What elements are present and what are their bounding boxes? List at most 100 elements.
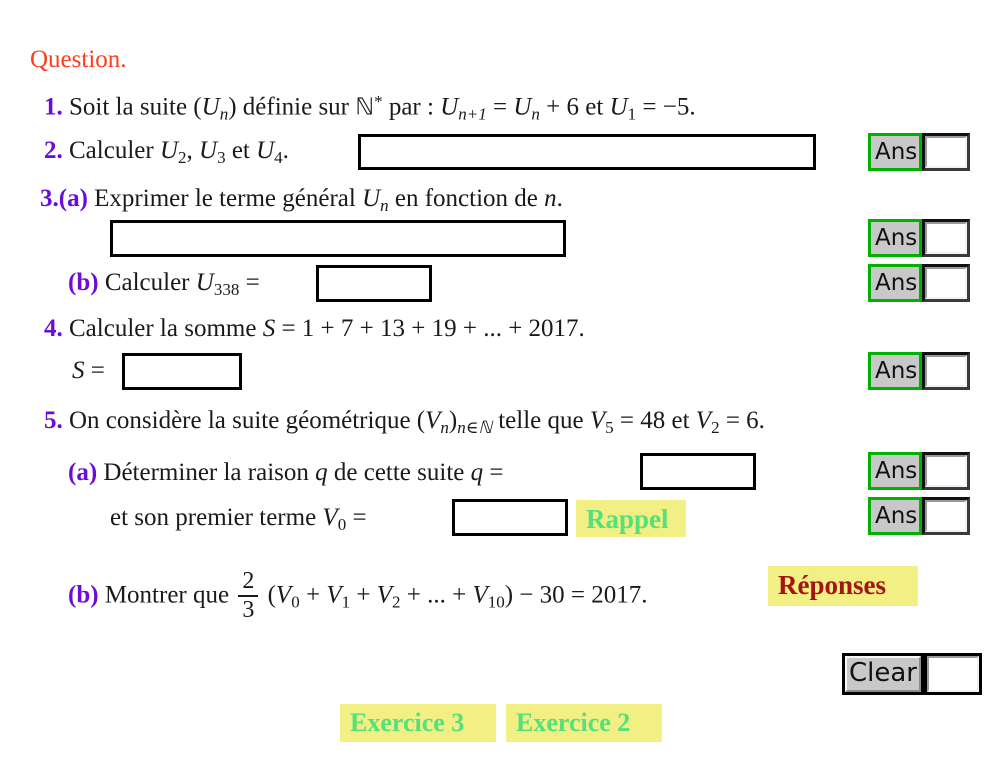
- symbol-s: S: [262, 315, 276, 342]
- symbol-u338-sub: 338: [213, 279, 240, 299]
- symbol-u338: U: [195, 269, 214, 296]
- question-3b: (b) Calculer U338 =: [68, 270, 260, 298]
- question-5-text-a: On considère la suite géométrique (: [69, 407, 426, 434]
- answer-input-q3a[interactable]: [110, 220, 566, 257]
- symbol-v5-sub: 5: [605, 417, 614, 437]
- question-1-text-c: par :: [382, 93, 441, 121]
- sum-v1-sub: 1: [341, 592, 351, 612]
- recurrence-u-left: U: [440, 93, 459, 121]
- symbol-u-sub: n: [219, 104, 229, 124]
- ans-field-q3b[interactable]: [922, 264, 970, 302]
- sum-v1: V: [326, 581, 342, 609]
- question-5a-text-b: de cette suite: [327, 459, 471, 486]
- question-3a: 3.(a) Exprimer le terme général Un en fo…: [40, 186, 563, 214]
- ans-button-q3b[interactable]: Ans: [868, 264, 922, 302]
- question-5: 5. On considère la suite géométrique (Vn…: [44, 408, 765, 436]
- answer-input-q4[interactable]: [122, 353, 242, 390]
- symbol-u3-sub: 3: [217, 147, 226, 167]
- symbol-u2: U: [159, 137, 178, 164]
- plus-1: +: [299, 581, 327, 609]
- recurrence-u-right: U: [513, 93, 532, 121]
- period-1: .: [282, 137, 289, 164]
- question-1-plus-six: + 6 et: [539, 93, 610, 121]
- answer-input-q5a-v0[interactable]: [452, 499, 568, 536]
- initial-u-sub: 1: [627, 104, 637, 124]
- symbol-v-sub: n: [440, 417, 449, 437]
- question-4-text-a: Calculer la somme: [69, 315, 263, 342]
- question-3a-text-a: Exprimer le terme général: [94, 185, 363, 212]
- ans-field-q5a-v0[interactable]: [922, 497, 970, 535]
- question-5a-line2-text: et son premier terme: [110, 504, 323, 531]
- symbol-v0-sub: 0: [337, 514, 347, 534]
- question-5-number: 5.: [44, 407, 63, 434]
- question-2: 2. Calculer U2, U3 et U4.: [44, 138, 289, 166]
- question-3a-number: 3.(a): [40, 185, 88, 212]
- question-5b-tail: ) − 30 = 2017.: [504, 581, 648, 609]
- question-1-text-a: Soit la suite (: [69, 93, 202, 121]
- page-title: Question.: [30, 46, 127, 73]
- ans-group-q5a-v0[interactable]: Ans: [868, 497, 970, 535]
- exercice-3-link[interactable]: Exercice 3: [340, 704, 496, 742]
- clear-field[interactable]: [924, 653, 982, 695]
- symbol-s-answer: S: [72, 357, 85, 384]
- symbol-n-in-n: n∈ℕ: [457, 417, 492, 437]
- equals-1: =: [486, 93, 514, 121]
- symbol-v2: V: [695, 407, 712, 434]
- question-5a-line2: et son premier terme V0 =: [110, 505, 367, 533]
- sum-v0-sub: 0: [291, 592, 300, 612]
- ans-group-q2[interactable]: Ans: [868, 133, 970, 171]
- conj-et-1: et: [225, 137, 257, 164]
- plus-2: +: [350, 581, 377, 609]
- ans-group-q3b[interactable]: Ans: [868, 264, 970, 302]
- question-1-number: 1.: [44, 93, 63, 121]
- equals-2: =: [239, 269, 260, 296]
- ans-button-q2[interactable]: Ans: [868, 133, 922, 171]
- ans-field-q3a[interactable]: [922, 219, 970, 257]
- ans-group-q5a-raison[interactable]: Ans: [868, 452, 970, 490]
- worksheet-page: Question. 1. Soit la suite (Un) définie …: [0, 0, 1000, 760]
- symbol-u4: U: [256, 137, 275, 164]
- question-4-s-label: S =: [72, 358, 105, 383]
- question-1: 1. Soit la suite (Un) définie sur ℕ* par…: [44, 93, 696, 122]
- exercice-2-link[interactable]: Exercice 2: [506, 704, 662, 742]
- symbol-q: q: [315, 459, 328, 486]
- symbol-v5: V: [589, 407, 606, 434]
- symbol-q-answer: q: [470, 459, 484, 486]
- equals-4: =: [483, 459, 504, 486]
- question-5b: (b) Montrer que 23 (V0 + V1 + V2 + ... +…: [68, 568, 648, 624]
- question-3b-number: (b): [68, 269, 99, 296]
- initial-u: U: [609, 93, 628, 121]
- fraction-numerator: 2: [242, 568, 255, 594]
- sum-v2: V: [376, 581, 392, 609]
- symbol-v2-sub: 2: [711, 417, 720, 437]
- ans-field-q5a-raison[interactable]: [922, 452, 970, 490]
- question-5a-text-a: Déterminer la raison: [103, 459, 316, 486]
- question-5-text-c: telle que: [491, 407, 590, 434]
- rappel-link[interactable]: Rappel: [576, 500, 686, 537]
- ans-button-q3a[interactable]: Ans: [868, 219, 922, 257]
- clear-group[interactable]: Clear: [842, 653, 982, 695]
- period-2: .: [556, 185, 563, 212]
- plus-3: + ... +: [400, 581, 473, 609]
- ans-button-q4[interactable]: Ans: [868, 352, 922, 390]
- ans-group-q3a[interactable]: Ans: [868, 219, 970, 257]
- symbol-v: V: [425, 407, 441, 434]
- ans-button-q5a-raison[interactable]: Ans: [868, 452, 922, 490]
- reponses-link[interactable]: Réponses: [768, 566, 918, 606]
- symbol-natural-set: ℕ: [355, 92, 375, 121]
- answer-input-q3b[interactable]: [316, 265, 432, 302]
- symbol-u: U: [201, 93, 220, 121]
- ans-field-q2[interactable]: [922, 133, 970, 171]
- fraction-two-thirds: 23: [238, 568, 259, 623]
- recurrence-u-right-sub: n: [531, 104, 540, 124]
- symbol-u4-sub: 4: [274, 147, 283, 167]
- ans-group-q4[interactable]: Ans: [868, 352, 970, 390]
- answer-input-q2[interactable]: [358, 134, 816, 170]
- answer-input-q5a-raison[interactable]: [640, 453, 756, 490]
- ans-button-q5a-v0[interactable]: Ans: [868, 497, 922, 535]
- fraction-denominator: 3: [242, 596, 255, 623]
- question-2-number: 2.: [44, 137, 63, 164]
- clear-button[interactable]: Clear: [842, 653, 924, 695]
- equals-3: =: [84, 357, 105, 384]
- ans-field-q4[interactable]: [922, 352, 970, 390]
